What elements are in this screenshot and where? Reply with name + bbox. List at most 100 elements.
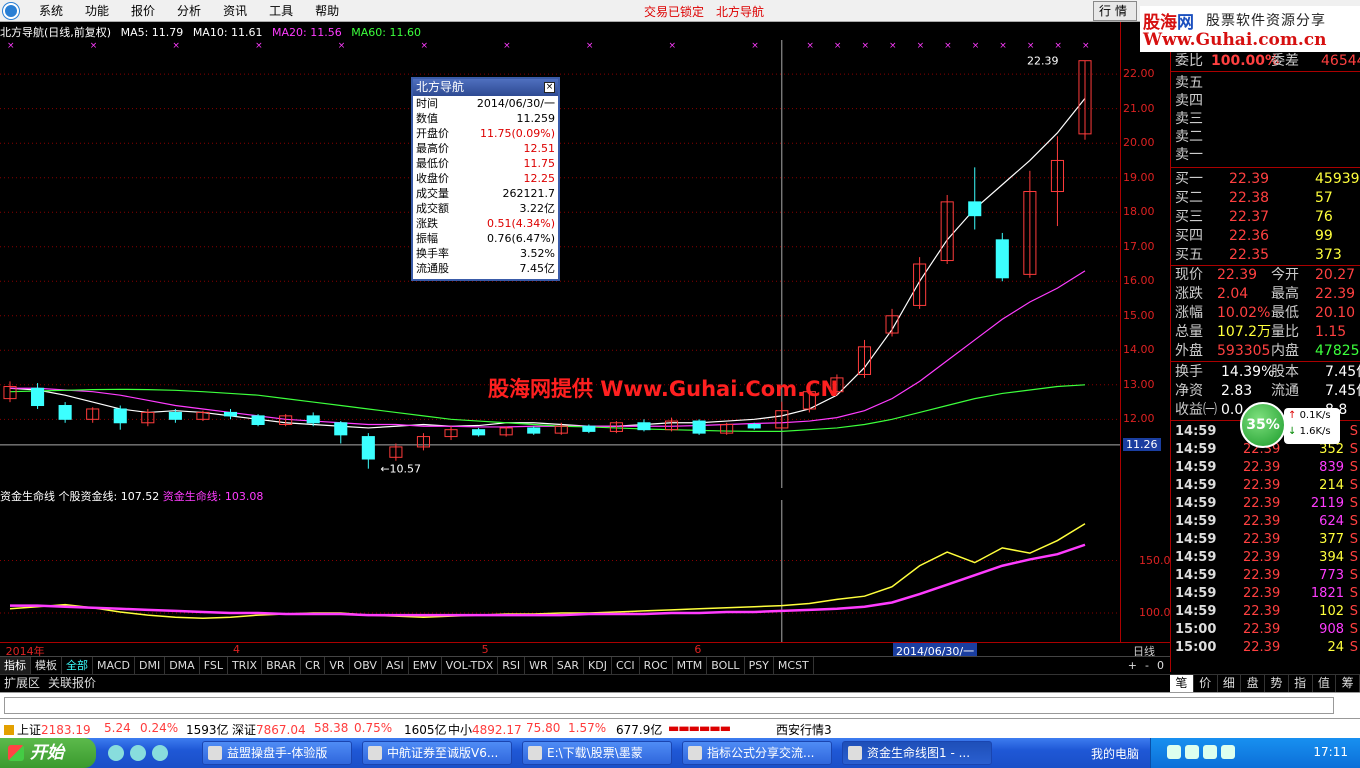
- info-popup[interactable]: 北方导航 × 时间 2014/06/30/一 数值 11.259 开盘价 11.75(0.…: [411, 77, 560, 281]
- event-marker[interactable]: ×: [806, 41, 814, 51]
- event-marker[interactable]: ×: [999, 41, 1007, 51]
- tray-icon[interactable]: [1203, 745, 1217, 759]
- zoom-control[interactable]: -: [1145, 657, 1149, 674]
- candle-body[interactable]: [113, 408, 127, 424]
- event-marker[interactable]: ×: [1027, 41, 1035, 51]
- app-logo-icon[interactable]: [3, 3, 19, 19]
- indicator-tab[interactable]: TRIX: [228, 657, 263, 674]
- indicator-tab[interactable]: DMI: [135, 657, 166, 674]
- quicklaunch-icon[interactable]: [130, 745, 146, 761]
- tray-icon[interactable]: [1185, 745, 1199, 759]
- indicator-tab[interactable]: CCI: [612, 657, 640, 674]
- candle-body[interactable]: [306, 415, 320, 424]
- quote-tab[interactable]: 价: [1194, 675, 1218, 693]
- candle-body[interactable]: [527, 427, 541, 434]
- kline-chart[interactable]: × × × × × × × × × × × × × × × × × × × × × 22.39 ←10.57: [0, 40, 1120, 488]
- candle-body[interactable]: [995, 239, 1009, 279]
- my-computer-label[interactable]: 我的电脑: [1091, 745, 1139, 762]
- event-marker[interactable]: ×: [972, 41, 980, 51]
- indicator-tab[interactable]: PSY: [745, 657, 774, 674]
- candle-body[interactable]: [31, 387, 45, 407]
- zoom-control[interactable]: +: [1128, 657, 1137, 674]
- candle-body[interactable]: [582, 425, 596, 432]
- menu-item[interactable]: 分析: [166, 3, 212, 19]
- indicator-tab[interactable]: 指标: [0, 657, 31, 674]
- quote-button[interactable]: 行情: [1093, 1, 1137, 21]
- menu-item[interactable]: 功能: [74, 3, 120, 19]
- candle-body[interactable]: [472, 429, 486, 436]
- indicator-tab[interactable]: 模板: [31, 657, 62, 674]
- quote-tab[interactable]: 盘: [1241, 675, 1265, 693]
- indicator-tab[interactable]: WR: [525, 657, 553, 674]
- indicator-tab[interactable]: MCST: [774, 657, 814, 674]
- index-shenzhen[interactable]: 深证7867.04: [232, 721, 306, 738]
- indicator-tab[interactable]: OBV: [350, 657, 382, 674]
- start-button[interactable]: 开始: [0, 738, 96, 768]
- menu-item[interactable]: 报价: [120, 3, 166, 19]
- quote-tab[interactable]: 筹: [1336, 675, 1360, 693]
- event-marker[interactable]: ×: [834, 41, 842, 51]
- event-marker[interactable]: ×: [586, 41, 594, 51]
- indicator-tab[interactable]: MACD: [93, 657, 135, 674]
- indicator-tab[interactable]: BOLL: [707, 657, 745, 674]
- candle-body[interactable]: [334, 422, 348, 436]
- event-marker[interactable]: ×: [944, 41, 952, 51]
- index-smallcap[interactable]: 中小4892.17: [448, 721, 522, 738]
- extension-tab[interactable]: 关联报价: [44, 675, 100, 692]
- trade-lock-status[interactable]: 交易已锁定: [644, 3, 704, 20]
- event-marker[interactable]: ×: [503, 41, 511, 51]
- indicator-tab[interactable]: ROC: [640, 657, 673, 674]
- menu-item[interactable]: 资讯: [212, 3, 258, 19]
- zoom-control[interactable]: 0: [1157, 657, 1164, 674]
- event-marker[interactable]: ×: [669, 41, 677, 51]
- event-marker[interactable]: ×: [255, 41, 263, 51]
- quote-tab[interactable]: 值: [1313, 675, 1337, 693]
- indicator-tab[interactable]: KDJ: [584, 657, 612, 674]
- index-shanghai[interactable]: 上证2183.19: [4, 721, 91, 738]
- taskbar-item[interactable]: E:\下载\股票\墨蒙: [522, 741, 672, 765]
- event-marker[interactable]: ×: [172, 41, 180, 51]
- quote-tab[interactable]: 笔: [1170, 675, 1194, 693]
- indicator-tab[interactable]: VOL-TDX: [442, 657, 499, 674]
- indicator-tab[interactable]: RSI: [498, 657, 526, 674]
- indicator-tab[interactable]: CR: [301, 657, 326, 674]
- candle-body[interactable]: [223, 411, 238, 417]
- indicator-tab[interactable]: VR: [325, 657, 350, 674]
- event-marker[interactable]: ×: [90, 41, 98, 51]
- event-marker[interactable]: ×: [751, 41, 759, 51]
- menu-item[interactable]: 系统: [28, 3, 74, 19]
- indicator-tab[interactable]: EMV: [409, 657, 442, 674]
- taskbar-item[interactable]: 指标公式分享交流...: [682, 741, 832, 765]
- indicator-tab[interactable]: 全部: [62, 657, 93, 674]
- event-marker[interactable]: ×: [889, 41, 897, 51]
- indicator-tab[interactable]: BRAR: [262, 657, 302, 674]
- taskbar-item[interactable]: 益盟操盘手-体验版: [202, 741, 352, 765]
- menu-item[interactable]: 帮助: [304, 3, 350, 19]
- candle-body[interactable]: [747, 424, 761, 429]
- indicator-tab[interactable]: ASI: [382, 657, 409, 674]
- quote-tab[interactable]: 细: [1218, 675, 1242, 693]
- indicator-tab[interactable]: FSL: [200, 657, 228, 674]
- indicator-chart[interactable]: [0, 500, 1120, 642]
- tray-icon[interactable]: [1221, 745, 1235, 759]
- candle-body[interactable]: [968, 201, 982, 217]
- candle-body[interactable]: [168, 411, 182, 420]
- event-marker[interactable]: ×: [861, 41, 869, 51]
- candle-body[interactable]: [58, 405, 72, 420]
- quote-tab[interactable]: 势: [1265, 675, 1289, 693]
- indicator-tab[interactable]: DMA: [165, 657, 200, 674]
- extension-tab[interactable]: 扩展区: [0, 675, 44, 692]
- event-marker[interactable]: ×: [917, 41, 925, 51]
- event-marker[interactable]: ×: [1082, 41, 1090, 51]
- indicator-tab[interactable]: MTM: [673, 657, 708, 674]
- candle-body[interactable]: [361, 436, 375, 460]
- server-name[interactable]: 西安行情3: [776, 721, 832, 738]
- command-input[interactable]: [4, 697, 1334, 714]
- event-marker[interactable]: ×: [7, 41, 15, 51]
- taskbar-item[interactable]: 中航证券至诚版V6...: [362, 741, 512, 765]
- event-marker[interactable]: ×: [1054, 41, 1062, 51]
- taskbar-item[interactable]: 资金生命线图1 - ...: [842, 741, 992, 765]
- candle-body[interactable]: [251, 415, 265, 426]
- network-badge[interactable]: 35%: [1240, 402, 1286, 448]
- menu-item[interactable]: 工具: [258, 3, 304, 19]
